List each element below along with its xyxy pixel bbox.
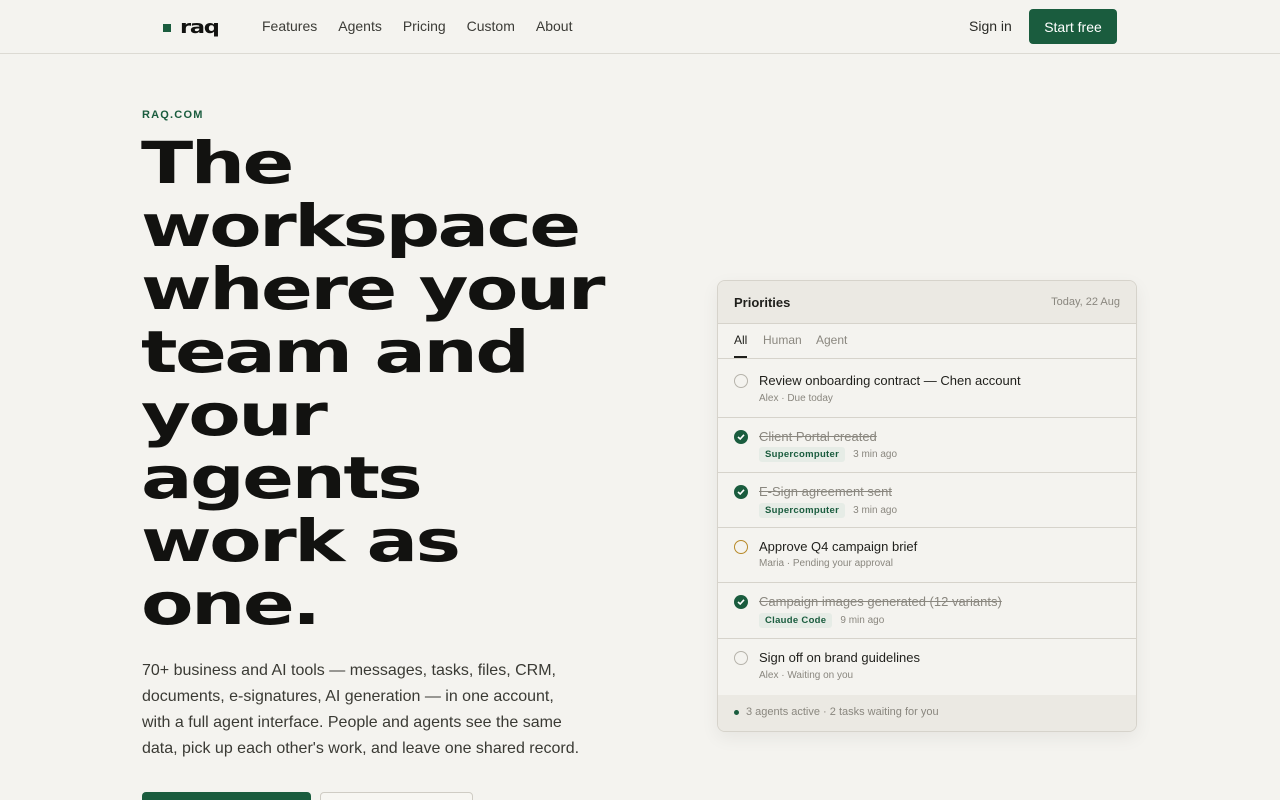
hero-description: 70+ business and AI tools — messages, ta… bbox=[142, 662, 580, 757]
status-dot-icon bbox=[734, 710, 739, 715]
checkmark-done-icon[interactable] bbox=[734, 430, 748, 444]
task-row[interactable]: Sign off on brand guidelines Alex · Wait… bbox=[718, 639, 1136, 698]
primary-cta-button[interactable] bbox=[142, 792, 311, 800]
priority-tabs: All Human Agent bbox=[718, 324, 1136, 359]
task-meta: Alex · Due today bbox=[759, 393, 833, 404]
task-time: 3 min ago bbox=[853, 449, 898, 460]
sign-in-link[interactable]: Sign in bbox=[969, 18, 1012, 34]
task-meta: Supercomputer 3 min ago bbox=[759, 447, 897, 462]
task-meta: Alex · Waiting on you bbox=[759, 670, 854, 681]
hero-headline: The workspace where your team and your a… bbox=[141, 132, 701, 636]
task-meta: Supercomputer 3 min ago bbox=[759, 503, 897, 518]
card-title: Priorities bbox=[734, 295, 791, 310]
headline-line: The bbox=[141, 129, 294, 197]
nav-links: Features Agents Pricing Custom About bbox=[262, 18, 593, 34]
eyebrow-label: RAQ.COM bbox=[142, 109, 204, 121]
task-row[interactable]: Client Portal created Supercomputer 3 min… bbox=[718, 418, 1136, 473]
agent-tag: Supercomputer bbox=[759, 447, 846, 462]
nav-link-agents[interactable]: Agents bbox=[338, 18, 382, 34]
task-meta: Claude Code 9 min ago bbox=[759, 613, 884, 628]
nav-link-features[interactable]: Features bbox=[262, 18, 317, 34]
start-free-button[interactable]: Start free bbox=[1029, 9, 1117, 44]
pending-circle-icon[interactable] bbox=[734, 540, 748, 554]
task-row[interactable]: Approve Q4 campaign brief Maria · Pendin… bbox=[718, 528, 1136, 583]
nav-link-about[interactable]: About bbox=[536, 18, 573, 34]
footer-status: 3 agents active · 2 tasks waiting for yo… bbox=[746, 706, 939, 718]
headline-line: workspace bbox=[141, 192, 581, 260]
logo-mark-icon bbox=[163, 23, 171, 32]
card-footer: 3 agents active · 2 tasks waiting for yo… bbox=[718, 695, 1136, 731]
checkbox-empty-icon[interactable] bbox=[734, 651, 748, 665]
agent-tag: Supercomputer bbox=[759, 503, 846, 518]
task-title: Campaign images generated (12 variants) bbox=[759, 594, 1002, 609]
task-title: E-Sign agreement sent bbox=[759, 484, 892, 499]
tab-agent[interactable]: Agent bbox=[816, 333, 847, 347]
task-row[interactable]: E-Sign agreement sent Supercomputer 3 min… bbox=[718, 473, 1136, 528]
task-time: 9 min ago bbox=[840, 615, 885, 626]
card-header: Priorities Today, 22 Aug bbox=[718, 281, 1136, 324]
task-title: Sign off on brand guidelines bbox=[759, 650, 920, 665]
task-row[interactable]: Campaign images generated (12 variants) … bbox=[718, 583, 1136, 639]
nav-link-pricing[interactable]: Pricing bbox=[403, 18, 446, 34]
task-title: Client Portal created bbox=[759, 429, 877, 444]
tab-all[interactable]: All bbox=[734, 333, 747, 347]
task-row[interactable]: Review onboarding contract — Chen accoun… bbox=[718, 359, 1136, 418]
agent-tag: Claude Code bbox=[759, 613, 833, 628]
task-title: Approve Q4 campaign brief bbox=[759, 539, 918, 554]
task-time: 3 min ago bbox=[853, 505, 898, 516]
priorities-card: Priorities Today, 22 Aug All Human Agent… bbox=[717, 280, 1137, 732]
checkmark-done-icon[interactable] bbox=[734, 595, 748, 609]
logo[interactable]: raq bbox=[163, 17, 220, 38]
active-tab-indicator bbox=[734, 356, 747, 358]
checkbox-empty-icon[interactable] bbox=[734, 374, 748, 388]
top-nav: raq Features Agents Pricing Custom About… bbox=[0, 0, 1280, 54]
secondary-cta-button[interactable] bbox=[320, 792, 473, 800]
task-title: Review onboarding contract — Chen accoun… bbox=[759, 373, 1021, 388]
task-meta: Maria · Pending your approval bbox=[759, 558, 893, 569]
logo-text: raq bbox=[180, 17, 220, 38]
card-date: Today, 22 Aug bbox=[1051, 296, 1120, 308]
nav-link-custom[interactable]: Custom bbox=[467, 18, 515, 34]
checkmark-done-icon[interactable] bbox=[734, 485, 748, 499]
tab-human[interactable]: Human bbox=[763, 333, 802, 347]
